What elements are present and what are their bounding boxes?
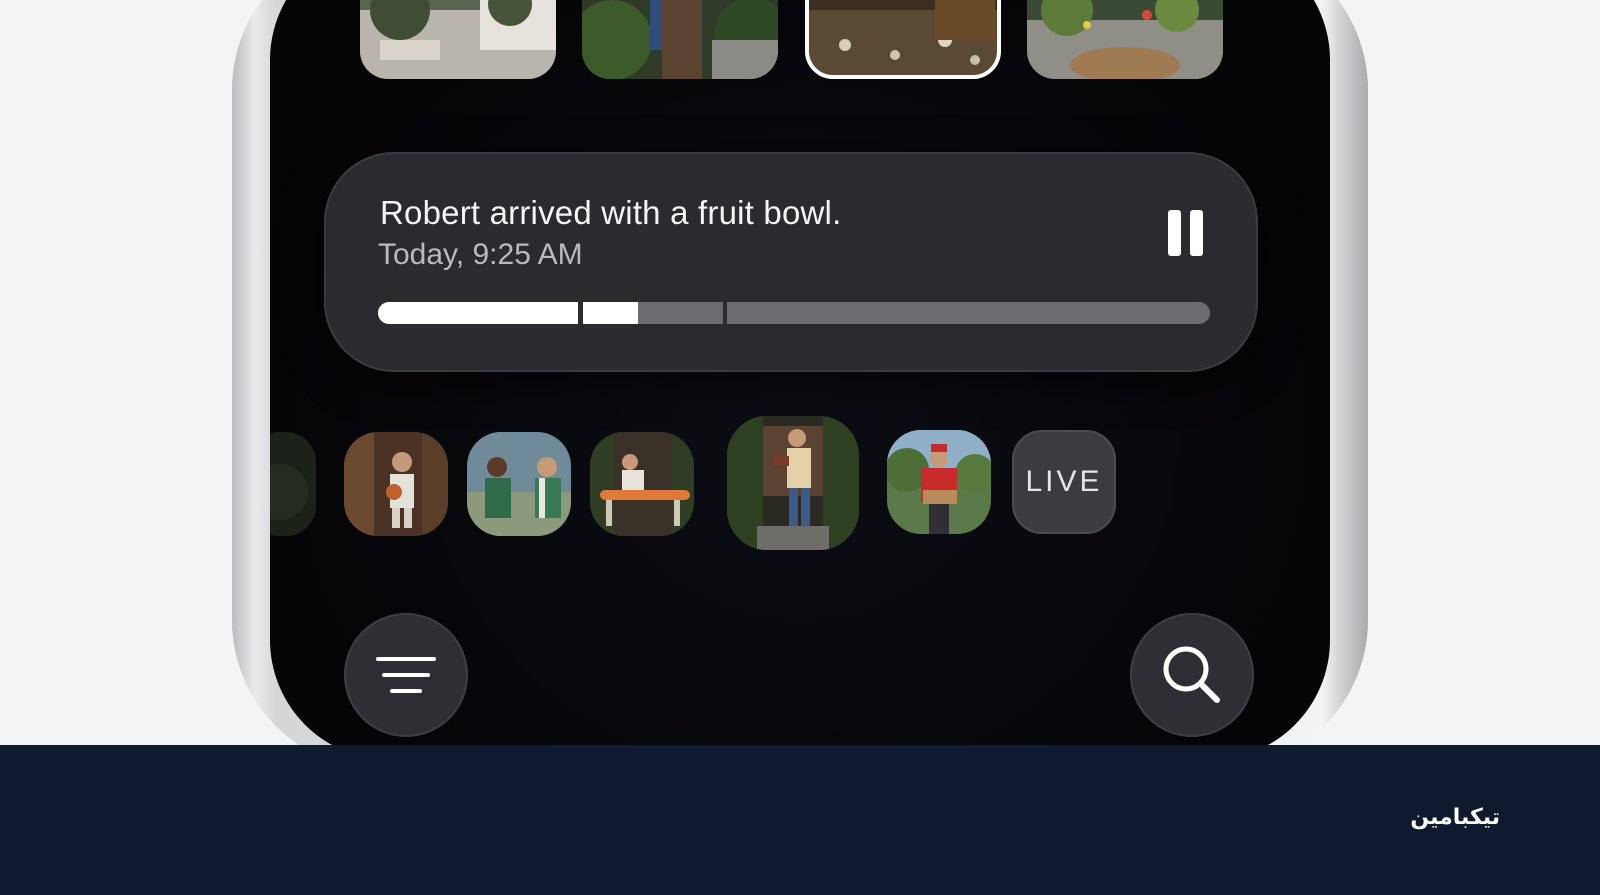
brand-watermark: تیکبامین: [1410, 805, 1500, 830]
clip-thumbnail-4-current[interactable]: [727, 416, 859, 550]
event-title: Robert arrived with a fruit bowl.: [380, 194, 842, 231]
event-notification-card[interactable]: Robert arrived with a fruit bowl. Today,…: [324, 152, 1258, 372]
brand-band: تیکبامین: [0, 745, 1600, 895]
clip-thumbnail-2[interactable]: [467, 432, 571, 536]
phone-screen: Robert arrived with a fruit bowl. Today,…: [270, 0, 1330, 760]
menu-lines-icon: [376, 657, 436, 693]
clip-thumbnail-0[interactable]: [270, 432, 316, 536]
camera-thumbnail-1[interactable]: [360, 0, 556, 79]
live-button[interactable]: LIVE: [1012, 430, 1116, 534]
camera-thumbnail-4[interactable]: [1027, 0, 1223, 79]
clip-thumbnail-1[interactable]: [344, 432, 448, 536]
camera-thumbnail-2[interactable]: [582, 0, 778, 79]
search-icon: [1163, 646, 1220, 703]
playback-progress-bar[interactable]: [378, 302, 1210, 324]
clip-thumbnail-3[interactable]: [590, 432, 694, 536]
event-timestamp: Today, 9:25 AM: [378, 238, 583, 271]
search-button[interactable]: [1130, 613, 1254, 737]
pause-icon[interactable]: [1168, 210, 1204, 256]
menu-button[interactable]: [344, 613, 468, 737]
clip-thumbnail-5[interactable]: [887, 430, 991, 534]
live-label: LIVE: [1025, 465, 1103, 498]
camera-thumbnail-3-selected[interactable]: [805, 0, 1001, 79]
